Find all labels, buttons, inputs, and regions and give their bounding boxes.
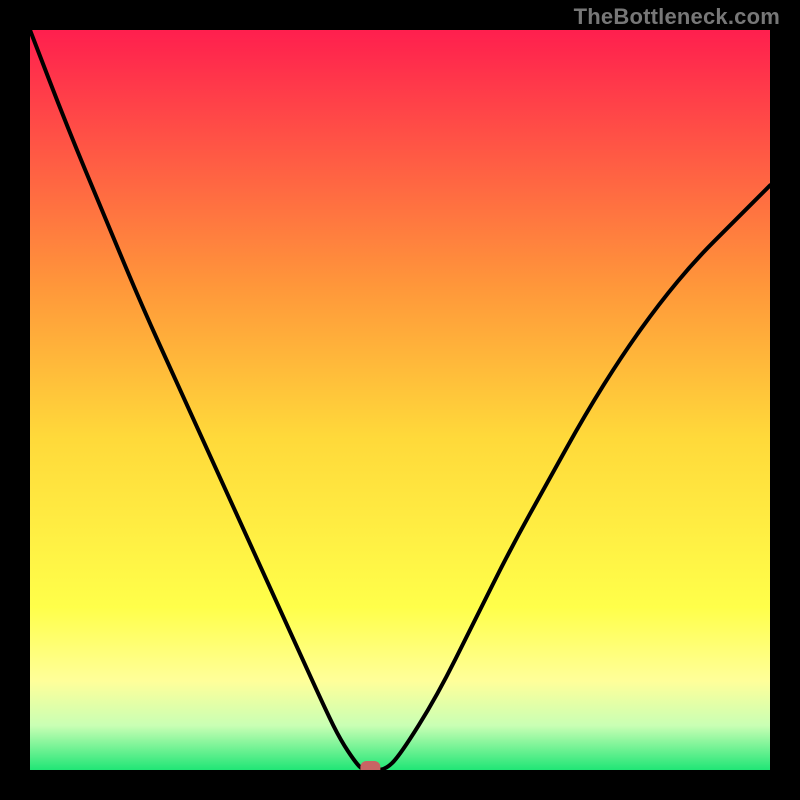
watermark-text: TheBottleneck.com	[574, 4, 780, 30]
plot-background	[30, 30, 770, 770]
chart-frame: { "watermark": { "text": "TheBottleneck.…	[0, 0, 800, 800]
bottleneck-chart	[0, 0, 800, 800]
